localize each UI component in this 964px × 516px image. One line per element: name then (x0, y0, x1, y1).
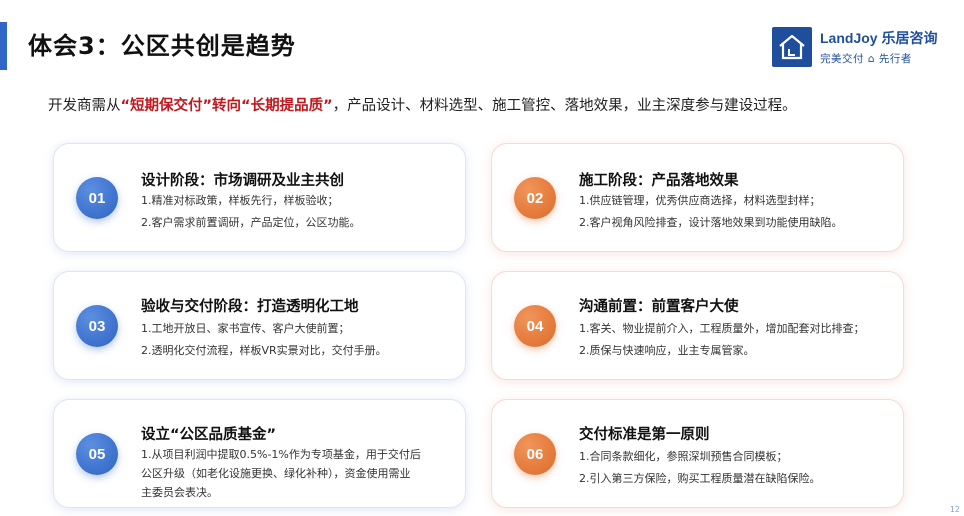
card-line: 1.精准对标政策，样板先行，样板验收； (141, 194, 339, 207)
card-acceptance-delivery: 03 验收与交付阶段：打造透明化工地 1.工地开放日、家书宣传、客户大使前置； … (53, 271, 466, 380)
intro-suffix: ，产品设计、材料选型、施工管控、落地效果，业主深度参与建设过程。 (332, 98, 797, 114)
card-communication: 04 沟通前置：前置客户大使 1.客关、物业提前介入，工程质量外，增加配套对比排… (491, 271, 904, 380)
card-line: 1.合同条款细化，参照深圳预售合同模板； (579, 450, 788, 463)
card-line: 主委员会表决。 (141, 486, 218, 499)
card-title: 设立“公区品质基金” (141, 427, 277, 443)
card-line: 2.质保与快速响应，业主专属管家。 (579, 344, 755, 357)
card-line: 2.透明化交付流程，样板VR实景对比，交付手册。 (141, 344, 387, 357)
card-line: 2.客户需求前置调研，产品定位，公区功能。 (141, 216, 361, 229)
page-number: 12 (949, 505, 960, 514)
card-title: 设计阶段：市场调研及业主共创 (141, 173, 344, 189)
number-badge: 02 (514, 177, 556, 219)
house-logo-icon (772, 27, 812, 67)
card-construction-stage: 02 施工阶段：产品落地效果 1.供应链管理，优秀供应商选择，材料选型封样； 2… (491, 143, 904, 252)
card-line: 1.客关、物业提前介入，工程质量外，增加配套对比排查； (579, 322, 865, 335)
card-line: 1.工地开放日、家书宣传、客户大使前置； (141, 322, 350, 335)
number-badge: 03 (76, 305, 118, 347)
intro-sentence: 开发商需从“短期保交付”转向“长期提品质”，产品设计、材料选型、施工管控、落地效… (48, 94, 797, 115)
number-badge: 05 (76, 433, 118, 475)
card-line: 2.客户视角风险排查，设计落地效果到功能使用缺陷。 (579, 216, 843, 229)
intro-prefix: 开发商需从 (48, 98, 121, 114)
intro-highlight: “短期保交付”转向“长期提品质” (120, 98, 333, 114)
card-title: 施工阶段：产品落地效果 (579, 173, 739, 189)
number-badge: 01 (76, 177, 118, 219)
card-line: 1.从项目利润中提取0.5%-1%作为专项基金，用于交付后 (141, 448, 421, 461)
logo-brand-name: LandJoy 乐居咨询 (820, 30, 938, 46)
number-badge: 04 (514, 305, 556, 347)
company-logo: LandJoy 乐居咨询 完美交付 ⌂ 先行者 (772, 27, 937, 67)
number-badge: 06 (514, 433, 556, 475)
card-title: 验收与交付阶段：打造透明化工地 (141, 299, 359, 315)
page-title: 体会3：公区共创是趋势 (28, 32, 296, 60)
title-accent-bar (0, 22, 7, 70)
logo-slogan: 完美交付 ⌂ 先行者 (820, 53, 912, 65)
card-line: 1.供应链管理，优秀供应商选择，材料选型封样； (579, 194, 821, 207)
card-title: 交付标准是第一原则 (579, 427, 710, 443)
card-design-stage: 01 设计阶段：市场调研及业主共创 1.精准对标政策，样板先行，样板验收； 2.… (53, 143, 466, 252)
card-line: 2.引入第三方保险，购买工程质量潜在缺陷保险。 (579, 472, 821, 485)
card-line: 公区升级（如老化设施更换、绿化补种），资金使用需业 (141, 467, 411, 480)
card-quality-fund: 05 设立“公区品质基金” 1.从项目利润中提取0.5%-1%作为专项基金，用于… (53, 399, 466, 508)
card-title: 沟通前置：前置客户大使 (579, 299, 739, 315)
card-delivery-standard: 06 交付标准是第一原则 1.合同条款细化，参照深圳预售合同模板； 2.引入第三… (491, 399, 904, 508)
